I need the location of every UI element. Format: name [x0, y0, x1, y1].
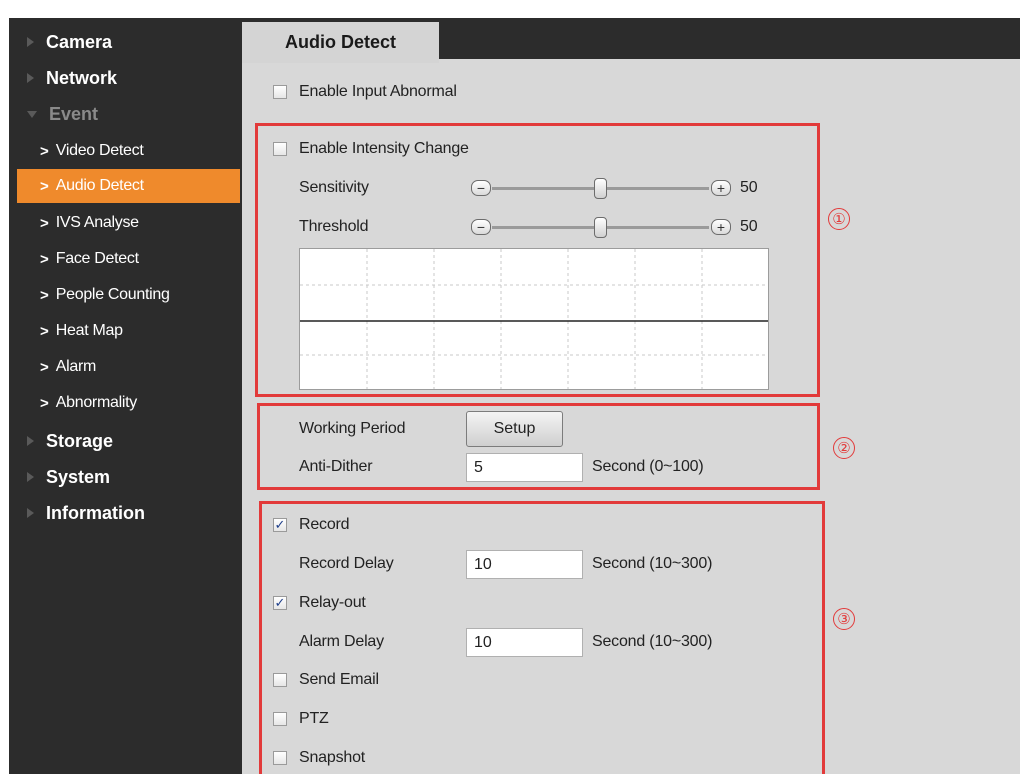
tab-label: Audio Detect	[284, 32, 396, 52]
input-abnormal-checkbox[interactable]	[273, 85, 287, 99]
nav-alarm-label: Alarm	[55, 358, 97, 375]
sensitivity-slider[interactable]: − +	[471, 178, 733, 199]
expanded-arrow-icon	[27, 110, 37, 118]
nav-abnormality-label: Abnormality	[55, 394, 137, 411]
nav-event[interactable]: Event	[9, 96, 242, 132]
intensity-graph	[299, 248, 769, 390]
sensitivity-decrease-button[interactable]: −	[471, 180, 491, 196]
collapsed-arrow-icon	[27, 37, 34, 47]
threshold-value: 50	[740, 218, 758, 235]
threshold-decrease-button[interactable]: −	[471, 219, 491, 235]
chevron-right-icon: >	[40, 142, 49, 160]
nav-people-counting-label: People Counting	[55, 286, 170, 303]
nav-video-detect[interactable]: > Video Detect	[9, 133, 242, 169]
annotation-number-3: ③	[833, 608, 855, 630]
nav-storage[interactable]: Storage	[9, 423, 242, 459]
minus-icon: −	[476, 180, 486, 196]
nav-network[interactable]: Network	[9, 60, 242, 96]
plus-icon: +	[716, 219, 726, 235]
chevron-right-icon: >	[40, 322, 49, 340]
working-period-label: Working Period	[299, 420, 406, 437]
anti-dither-label: Anti-Dither	[299, 458, 373, 475]
relay-out-checkbox[interactable]: ✓	[273, 596, 287, 610]
chevron-right-icon: >	[40, 250, 49, 268]
checkmark-icon: ✓	[274, 517, 286, 532]
nav-camera-label: Camera	[46, 31, 113, 52]
tab-audio-detect[interactable]: Audio Detect	[242, 22, 439, 63]
collapsed-arrow-icon	[27, 73, 34, 83]
collapsed-arrow-icon	[27, 436, 34, 446]
nav-people-counting[interactable]: > People Counting	[9, 277, 242, 313]
nav-camera[interactable]: Camera	[9, 24, 242, 60]
threshold-label: Threshold	[299, 218, 369, 235]
record-checkbox[interactable]: ✓	[273, 518, 287, 532]
collapsed-arrow-icon	[27, 508, 34, 518]
chevron-right-icon: >	[40, 358, 49, 376]
chevron-right-icon: >	[40, 286, 49, 304]
chevron-right-icon: >	[40, 177, 49, 195]
sidebar-nav: Camera Network Event > Video Detect > Au…	[9, 18, 242, 774]
alarm-delay-input[interactable]: 10	[466, 628, 583, 657]
graph-grid	[300, 249, 768, 389]
record-label: Record	[299, 516, 350, 533]
chevron-right-icon: >	[40, 214, 49, 232]
nav-information-label: Information	[46, 502, 145, 523]
setup-button[interactable]: Setup	[466, 411, 563, 447]
nav-video-detect-label: Video Detect	[55, 142, 144, 159]
annotation-number-2: ②	[833, 437, 855, 459]
snapshot-label: Snapshot	[299, 749, 366, 766]
annotation-number-1: ①	[828, 208, 850, 230]
nav-information[interactable]: Information	[9, 495, 242, 531]
threshold-thumb[interactable]	[594, 217, 607, 238]
sensitivity-thumb[interactable]	[594, 178, 607, 199]
threshold-increase-button[interactable]: +	[711, 219, 731, 235]
nav-face-detect-label: Face Detect	[55, 250, 139, 267]
nav-ivs-analyse[interactable]: > IVS Analyse	[9, 205, 242, 241]
nav-ivs-analyse-label: IVS Analyse	[55, 214, 139, 231]
ptz-label: PTZ	[299, 710, 329, 727]
record-delay-input[interactable]: 10	[466, 550, 583, 579]
nav-alarm[interactable]: > Alarm	[9, 349, 242, 385]
nav-audio-detect-label: Audio Detect	[55, 177, 144, 194]
nav-event-label: Event	[49, 103, 99, 124]
snapshot-checkbox[interactable]	[273, 751, 287, 765]
nav-storage-label: Storage	[46, 430, 114, 451]
nav-heat-map-label: Heat Map	[55, 322, 123, 339]
nav-abnormality[interactable]: > Abnormality	[9, 385, 242, 421]
nav-face-detect[interactable]: > Face Detect	[9, 241, 242, 277]
nav-system-label: System	[46, 466, 111, 487]
nav-network-label: Network	[46, 67, 118, 88]
threshold-slider[interactable]: − +	[471, 217, 733, 238]
anti-dither-input[interactable]: 5	[466, 453, 583, 482]
plus-icon: +	[716, 180, 726, 196]
nav-heat-map[interactable]: > Heat Map	[9, 313, 242, 349]
anti-dither-unit: Second (0~100)	[592, 458, 704, 475]
intensity-change-label: Enable Intensity Change	[299, 140, 469, 157]
collapsed-arrow-icon	[27, 472, 34, 482]
sensitivity-increase-button[interactable]: +	[711, 180, 731, 196]
intensity-graph-svg	[300, 249, 768, 389]
alarm-delay-unit: Second (10~300)	[592, 633, 713, 650]
sensitivity-value: 50	[740, 179, 758, 196]
minus-icon: −	[476, 219, 486, 235]
send-email-label: Send Email	[299, 671, 379, 688]
nav-system[interactable]: System	[9, 459, 242, 495]
intensity-change-checkbox[interactable]	[273, 142, 287, 156]
chevron-right-icon: >	[40, 394, 49, 412]
send-email-checkbox[interactable]	[273, 673, 287, 687]
input-abnormal-label: Enable Input Abnormal	[299, 83, 457, 100]
sensitivity-label: Sensitivity	[299, 179, 369, 196]
record-delay-label: Record Delay	[299, 555, 394, 572]
relay-out-label: Relay-out	[299, 594, 366, 611]
record-delay-unit: Second (10~300)	[592, 555, 713, 572]
checkmark-icon: ✓	[274, 595, 286, 610]
nav-audio-detect[interactable]: > Audio Detect	[17, 169, 240, 203]
alarm-delay-label: Alarm Delay	[299, 633, 384, 650]
ptz-checkbox[interactable]	[273, 712, 287, 726]
